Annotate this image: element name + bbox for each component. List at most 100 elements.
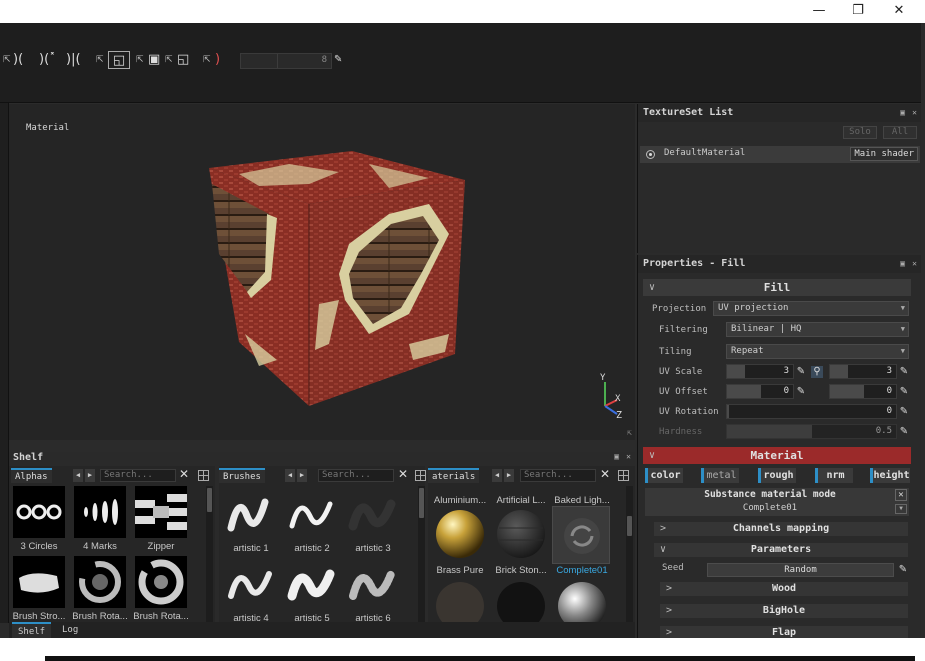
hardness-slider[interactable]: 0.5 [726, 424, 897, 439]
wireframe-cube-icon[interactable]: ◱ [177, 51, 189, 69]
uv-offset-u-slider[interactable]: 0 [726, 384, 794, 399]
brush-thumb-artistic-2[interactable] [286, 488, 338, 540]
symmetry-icon[interactable]: )( [13, 51, 23, 69]
materials-tab[interactable]: aterials [428, 468, 480, 483]
float-icon[interactable]: ▣ [900, 104, 905, 122]
prev-arrow-icon[interactable]: ◀ [285, 469, 295, 482]
grid-view-icon[interactable] [618, 470, 629, 481]
alphas-search-input[interactable]: Search... [100, 469, 176, 482]
parameters-header[interactable]: ∨ Parameters [653, 542, 909, 558]
textureset-row[interactable]: DefaultMaterial Main shader [640, 146, 920, 163]
alpha-thumb-brush-rotate-2[interactable] [135, 556, 187, 608]
pencil-icon[interactable]: ✎ [795, 366, 807, 378]
fill-section-header[interactable]: ∨ Fill [643, 279, 911, 296]
popout-icon[interactable]: ⇱ [203, 51, 211, 69]
material-thumb-row3-3[interactable] [556, 580, 608, 622]
pencil-icon[interactable]: ✎ [795, 386, 807, 398]
cube-icon[interactable]: ◱ [108, 51, 130, 69]
restore-icon[interactable]: ❐ [850, 3, 866, 19]
prev-arrow-icon[interactable]: ◀ [492, 469, 502, 482]
close-icon[interactable]: ✕ [912, 255, 917, 273]
symmetry-x-icon[interactable]: )(˟ [39, 51, 56, 69]
popout-icon[interactable]: ⇱ [3, 51, 11, 69]
next-arrow-icon[interactable]: ▶ [297, 469, 307, 482]
prev-arrow-icon[interactable]: ◀ [73, 469, 83, 482]
brushes-scrollbar[interactable] [418, 486, 425, 622]
lock-icon[interactable]: ⚲ [811, 366, 823, 378]
brush-thumb-artistic-3[interactable] [347, 488, 399, 540]
close-icon[interactable]: ✕ [179, 467, 189, 481]
brush-thumb-artistic-1[interactable] [225, 488, 277, 540]
visibility-radio[interactable] [646, 150, 655, 159]
close-icon[interactable]: ✕ [398, 467, 408, 481]
viewport-corner-grip[interactable]: ⇱ [627, 428, 632, 437]
float-icon[interactable]: ▣ [900, 255, 905, 273]
channel-metal-button[interactable]: metal [701, 468, 739, 483]
random-seed-button[interactable]: Random [707, 563, 894, 577]
alpha-thumb-brush-stroke[interactable] [13, 556, 65, 608]
popout-icon[interactable]: ⇱ [165, 51, 173, 69]
next-arrow-icon[interactable]: ▶ [85, 469, 95, 482]
pencil-icon[interactable]: ✎ [898, 426, 910, 438]
grid-view-icon[interactable] [198, 470, 209, 481]
pencil-icon[interactable]: ✎ [334, 51, 342, 69]
projection-dropdown[interactable]: UV projection ▼ [713, 301, 909, 316]
uv-rotation-slider[interactable]: 0 [726, 404, 897, 419]
grid-view-icon[interactable] [415, 470, 426, 481]
brushes-tab[interactable]: Brushes [219, 468, 265, 483]
filtering-dropdown[interactable]: Bilinear | HQ ▼ [726, 322, 909, 337]
uv-scale-v-slider[interactable]: 3 [829, 364, 897, 379]
float-icon[interactable]: ▣ [614, 452, 619, 461]
next-arrow-icon[interactable]: ▶ [504, 469, 514, 482]
tab-log[interactable]: Log [56, 622, 84, 638]
popout-icon[interactable]: ⇱ [96, 51, 104, 69]
uv-scale-u-slider[interactable]: 3 [726, 364, 794, 379]
material-section-header[interactable]: ∨ Material [643, 447, 911, 464]
symmetry-mirror-icon[interactable]: )|( [66, 51, 81, 69]
close-icon[interactable]: ✕ [912, 104, 917, 122]
materials-search-input[interactable]: Search... [520, 469, 596, 482]
close-icon[interactable]: ✕ [626, 452, 631, 461]
tiling-dropdown[interactable]: Repeat ▼ [726, 344, 909, 359]
material-thumb-complete01[interactable] [552, 506, 610, 564]
channel-color-button[interactable]: color [645, 468, 683, 483]
mask-icon[interactable]: ) [215, 51, 220, 69]
3d-viewport[interactable]: Material Y X Z ⇱ [9, 104, 635, 440]
chevron-down-icon[interactable]: ▼ [895, 504, 907, 514]
uv-offset-v-slider[interactable]: 0 [829, 384, 897, 399]
alpha-thumb-4-marks[interactable] [74, 486, 126, 538]
pencil-icon[interactable]: ✎ [898, 386, 910, 398]
alpha-thumb-brush-rotate-1[interactable] [74, 556, 126, 608]
channel-nrm-button[interactable]: nrm [815, 468, 853, 483]
brush-thumb-artistic-5[interactable] [286, 558, 338, 610]
pencil-icon[interactable]: ✎ [897, 564, 909, 576]
wood-group-header[interactable]: > Wood [659, 581, 909, 597]
brushes-search-input[interactable]: Search... [318, 469, 394, 482]
alphas-tab[interactable]: Alphas [11, 468, 52, 483]
minimize-icon[interactable]: — [811, 3, 827, 19]
pencil-icon[interactable]: ✎ [898, 366, 910, 378]
close-icon[interactable]: ✕ [891, 3, 907, 19]
channel-height-button[interactable]: height [870, 468, 910, 483]
bighole-group-header[interactable]: > BigHole [659, 603, 909, 619]
shader-button[interactable]: Main shader [850, 147, 918, 161]
toolbar-value-field[interactable]: 8 [240, 53, 332, 69]
tab-shelf[interactable]: Shelf [12, 622, 52, 638]
popout-icon[interactable]: ⇱ [136, 51, 144, 69]
materials-scrollbar[interactable] [626, 486, 633, 622]
all-button[interactable]: All [883, 126, 917, 139]
channels-mapping-header[interactable]: > Channels mapping [653, 521, 909, 537]
solo-button[interactable]: Solo [843, 126, 877, 139]
material-thumb-brass-pure[interactable] [434, 508, 486, 560]
pencil-icon[interactable]: ✎ [898, 406, 910, 418]
camera-icon[interactable]: ▣ [148, 51, 160, 69]
material-thumb-brick-stone[interactable] [495, 508, 547, 560]
alpha-thumb-3-circles[interactable] [13, 486, 65, 538]
material-thumb-row3-2[interactable] [495, 580, 547, 622]
channel-rough-button[interactable]: rough [758, 468, 796, 483]
brush-thumb-artistic-6[interactable] [347, 558, 399, 610]
close-icon[interactable]: ✕ [600, 467, 610, 481]
alpha-thumb-zipper[interactable] [135, 486, 187, 538]
alphas-scrollbar[interactable] [206, 486, 213, 622]
brush-thumb-artistic-4[interactable] [225, 558, 277, 610]
